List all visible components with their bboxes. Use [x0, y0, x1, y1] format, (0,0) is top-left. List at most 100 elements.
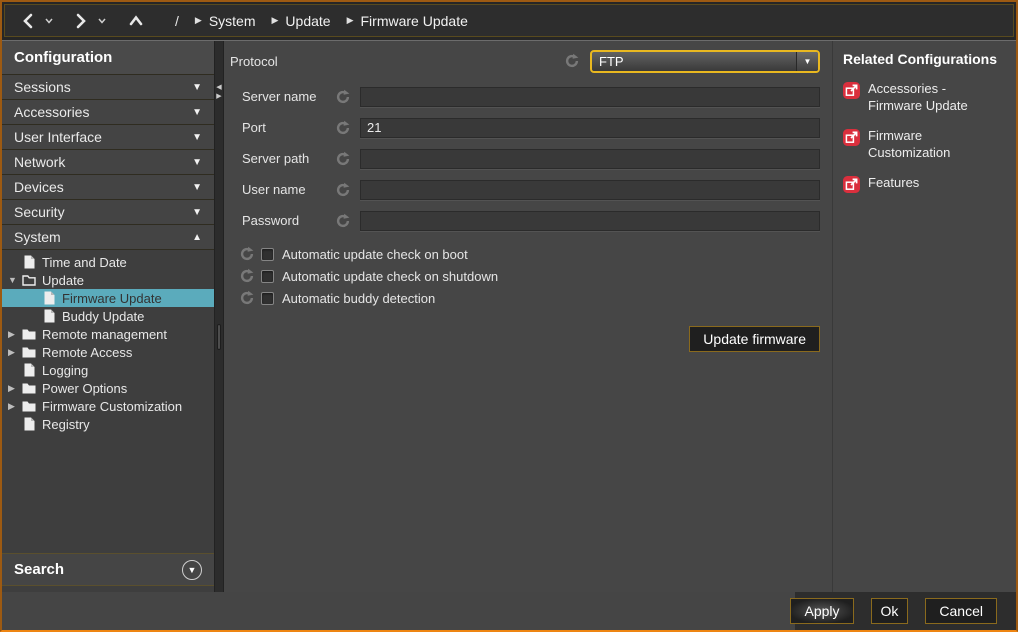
content-area: Configuration Sessions Accessories User …: [2, 40, 1016, 592]
breadcrumb-firmware-update[interactable]: ▶ Firmware Update: [347, 13, 468, 29]
breadcrumb-label: Update: [285, 13, 330, 29]
tree-label: Firmware Customization: [42, 399, 182, 414]
app-window: / ▶ System ▶ Update ▶ Firmware Update Co…: [0, 0, 1018, 632]
footer-bar: Apply Ok Cancel: [2, 592, 1016, 630]
tree-item-registry[interactable]: Registry: [2, 415, 214, 433]
update-firmware-button[interactable]: Update firmware: [689, 326, 820, 352]
breadcrumb-label: System: [209, 13, 256, 29]
sidebar-item-user-interface[interactable]: User Interface: [2, 125, 214, 150]
apply-button[interactable]: Apply: [790, 598, 853, 624]
forward-history-chevron-icon[interactable]: [95, 8, 109, 34]
expander-closed-icon[interactable]: [8, 401, 22, 412]
tree-label: Update: [42, 273, 84, 288]
search-expand-icon[interactable]: [182, 560, 202, 580]
ok-button[interactable]: Ok: [871, 598, 909, 624]
splitter-collapse-right-icon[interactable]: [215, 92, 223, 101]
server-path-label: Server path: [242, 151, 335, 166]
search-section[interactable]: Search: [2, 553, 214, 586]
tree-item-firmware-customization[interactable]: Firmware Customization: [2, 397, 214, 415]
firmware-update-form: Protocol FTP Server name Port Server pat…: [224, 41, 832, 592]
reset-icon[interactable]: [335, 182, 351, 198]
reset-icon[interactable]: [335, 120, 351, 136]
auto-update-shutdown-checkbox[interactable]: [261, 270, 274, 283]
external-link-icon: [843, 129, 860, 146]
tree-label: Power Options: [42, 381, 127, 396]
breadcrumb-system[interactable]: ▶ System: [195, 13, 256, 29]
server-path-input[interactable]: [360, 149, 820, 169]
chevron-down-icon: [192, 157, 202, 168]
breadcrumb-root[interactable]: /: [175, 13, 179, 29]
auto-buddy-detection-checkbox[interactable]: [261, 292, 274, 305]
sidebar-splitter[interactable]: [214, 41, 224, 592]
auto-update-boot-checkbox[interactable]: [261, 248, 274, 261]
password-label: Password: [242, 213, 335, 228]
sidebar-item-security[interactable]: Security: [2, 200, 214, 225]
up-level-icon[interactable]: [123, 8, 149, 34]
tree-label: Firmware Update: [62, 291, 162, 306]
expander-closed-icon[interactable]: [8, 347, 22, 358]
tree-item-power-options[interactable]: Power Options: [2, 379, 214, 397]
related-link-features[interactable]: Features: [843, 175, 1008, 193]
reset-icon[interactable]: [335, 151, 351, 167]
accordion-label: Network: [14, 154, 192, 170]
related-link-firmware-customization[interactable]: Firmware Customization: [843, 128, 1008, 161]
tree-label: Time and Date: [42, 255, 127, 270]
port-input[interactable]: [360, 118, 820, 138]
breadcrumb-update[interactable]: ▶ Update: [272, 13, 331, 29]
tree-label: Logging: [42, 363, 88, 378]
server-name-input[interactable]: [360, 87, 820, 107]
sidebar-item-sessions[interactable]: Sessions: [2, 75, 214, 100]
expander-closed-icon[interactable]: [8, 383, 22, 394]
reset-icon[interactable]: [335, 89, 351, 105]
sidebar-item-accessories[interactable]: Accessories: [2, 100, 214, 125]
related-link-accessories-firmware-update[interactable]: Accessories - Firmware Update: [843, 81, 1008, 114]
external-link-icon: [843, 176, 860, 193]
file-icon: [22, 363, 36, 377]
server-path-row: Server path: [230, 143, 820, 174]
related-link-label: Accessories - Firmware Update: [868, 81, 996, 114]
reset-icon[interactable]: [239, 268, 255, 284]
expander-open-icon[interactable]: [8, 275, 22, 285]
reset-icon[interactable]: [564, 53, 580, 69]
forward-icon[interactable]: [68, 8, 94, 34]
related-configurations-title: Related Configurations: [843, 51, 1008, 67]
server-name-row: Server name: [230, 81, 820, 112]
protocol-dropdown[interactable]: FTP: [590, 50, 820, 73]
tree-item-update[interactable]: Update: [2, 271, 214, 289]
reset-icon[interactable]: [239, 290, 255, 306]
folder-icon: [22, 399, 36, 413]
toolbar-area: / ▶ System ▶ Update ▶ Firmware Update: [2, 2, 1016, 40]
sidebar-item-network[interactable]: Network: [2, 150, 214, 175]
chevron-down-icon: [192, 182, 202, 193]
tree-item-time-and-date[interactable]: Time and Date: [2, 253, 214, 271]
footer-button-group: Apply Ok Cancel: [795, 592, 1016, 630]
sidebar-item-devices[interactable]: Devices: [2, 175, 214, 200]
tree-item-firmware-update[interactable]: Firmware Update: [2, 289, 214, 307]
cancel-button[interactable]: Cancel: [925, 598, 997, 624]
splitter-handle[interactable]: [217, 324, 221, 350]
password-input[interactable]: [360, 211, 820, 231]
sidebar-item-system[interactable]: System: [2, 225, 214, 250]
folder-icon: [22, 327, 36, 341]
user-name-input[interactable]: [360, 180, 820, 200]
chevron-up-icon: [192, 232, 202, 243]
reset-icon[interactable]: [239, 246, 255, 262]
back-icon[interactable]: [15, 8, 41, 34]
reset-icon[interactable]: [335, 213, 351, 229]
external-link-icon: [843, 82, 860, 99]
tree-item-remote-access[interactable]: Remote Access: [2, 343, 214, 361]
related-configurations-panel: Related Configurations Accessories - Fir…: [832, 41, 1016, 592]
splitter-collapse-left-icon[interactable]: [215, 83, 223, 92]
tree-item-buddy-update[interactable]: Buddy Update: [2, 307, 214, 325]
back-history-chevron-icon[interactable]: [42, 8, 56, 34]
tree-item-remote-management[interactable]: Remote management: [2, 325, 214, 343]
password-row: Password: [230, 205, 820, 236]
auto-update-boot-row: Automatic update check on boot: [230, 243, 820, 265]
file-icon: [22, 255, 36, 269]
accordion-label: User Interface: [14, 129, 192, 145]
checkbox-label: Automatic buddy detection: [282, 291, 435, 306]
tree-item-logging[interactable]: Logging: [2, 361, 214, 379]
expander-closed-icon[interactable]: [8, 329, 22, 340]
search-label: Search: [14, 561, 64, 578]
dropdown-arrow-icon[interactable]: [796, 52, 818, 71]
